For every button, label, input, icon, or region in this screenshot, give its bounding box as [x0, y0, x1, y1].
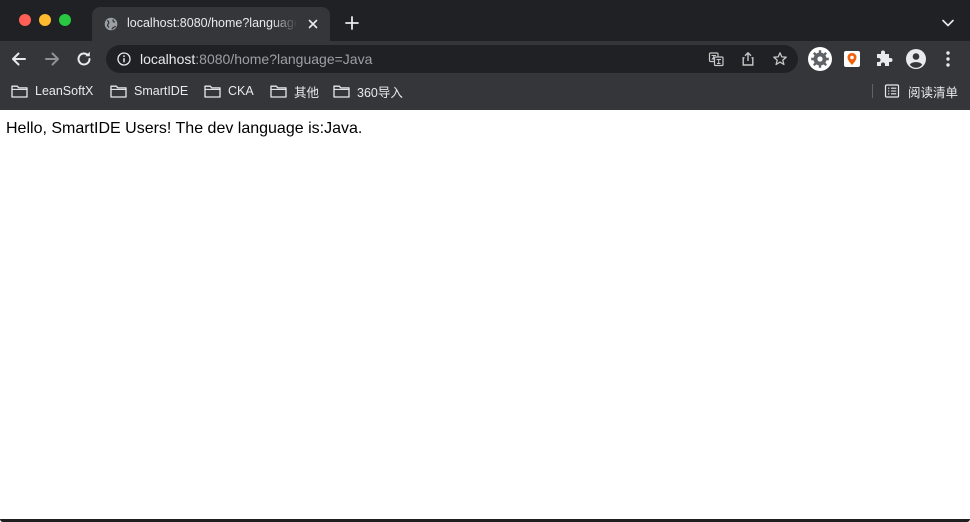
page-body-text: Hello, SmartIDE Users! The dev language … [6, 120, 363, 137]
zoom-window-button[interactable] [59, 14, 71, 26]
share-icon[interactable] [740, 51, 756, 67]
star-icon[interactable] [772, 51, 788, 67]
url-path: :8080/home?language=Java [195, 51, 373, 67]
forward-icon[interactable] [42, 49, 62, 69]
folder-icon [204, 85, 221, 98]
bookmark-label: LeanSoftX [35, 84, 94, 98]
bookmark-folder-leansoftx[interactable]: LeanSoftX [11, 82, 93, 100]
folder-icon [270, 85, 287, 98]
address-bar[interactable]: localhost:8080/home?language=Java [106, 45, 798, 73]
minimize-window-button[interactable] [39, 14, 51, 26]
extensions-icon[interactable] [872, 47, 896, 71]
bookmark-folder-360-import[interactable]: 360导入 [333, 82, 403, 100]
reading-list-label: 阅读清单 [908, 85, 959, 100]
back-icon[interactable] [9, 49, 29, 69]
reading-list-button[interactable]: 阅读清单 [884, 82, 958, 100]
tab-title: localhost:8080/home?language=Java [127, 16, 297, 30]
extension-gear-icon[interactable] [808, 47, 832, 71]
browser-chrome: localhost:8080/home?language=Java localh… [0, 0, 970, 110]
chevron-down-icon[interactable] [941, 17, 955, 29]
bookmark-folder-smartide[interactable]: SmartIDE [110, 82, 188, 100]
url-host: localhost [140, 51, 196, 67]
tab-strip: localhost:8080/home?language=Java [0, 0, 970, 41]
bookmark-label: SmartIDE [134, 84, 189, 98]
url-text[interactable]: localhost:8080/home?language=Java [140, 51, 372, 67]
bookmark-folder-cka[interactable]: CKA [204, 82, 254, 100]
active-tab[interactable]: localhost:8080/home?language=Java [92, 7, 330, 41]
bookmark-label: 360导入 [357, 85, 403, 100]
info-icon[interactable] [117, 52, 131, 66]
bookmarks-divider [872, 84, 873, 98]
menu-icon[interactable] [936, 47, 960, 71]
close-window-button[interactable] [19, 14, 31, 26]
bookmarks-bar: LeanSoftX SmartIDE CKA 其他 360导入 阅读清单 [0, 80, 970, 102]
reading-list-icon [884, 84, 900, 98]
bookmark-folder-other[interactable]: 其他 [270, 82, 319, 100]
profile-icon[interactable] [904, 47, 928, 71]
bookmark-label: 其他 [294, 85, 320, 100]
translate-icon[interactable] [708, 51, 724, 67]
reload-icon[interactable] [74, 49, 94, 69]
bookmark-label: CKA [228, 84, 254, 98]
globe-icon [104, 17, 118, 31]
folder-icon [11, 85, 28, 98]
extension-logo-icon[interactable] [840, 47, 864, 71]
close-tab-icon[interactable] [306, 17, 320, 31]
folder-icon [110, 85, 127, 98]
new-tab-icon[interactable] [344, 15, 360, 31]
folder-icon [333, 85, 350, 98]
